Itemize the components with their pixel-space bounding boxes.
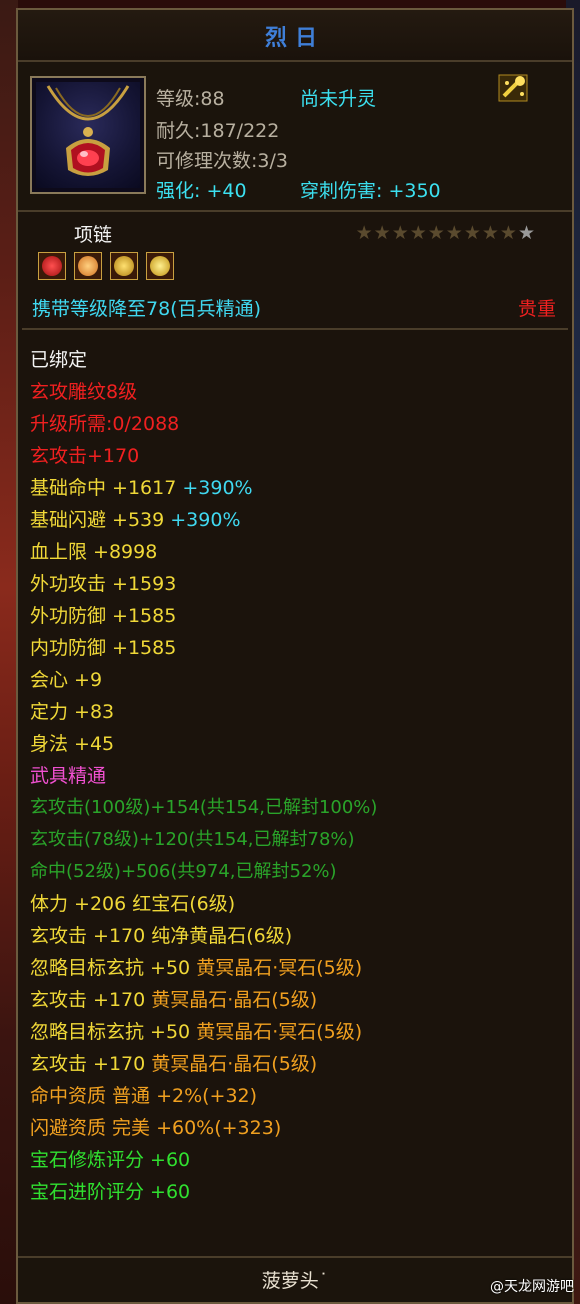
star-icon: ★★★★★★★★★ <box>355 222 518 244</box>
item-header: 等级:88 尚未升灵 耐久:187/222 可修理次数:3/3 强化: +40 … <box>18 62 572 210</box>
attribute-text: 升级所需:0/2088 <box>30 413 180 435</box>
attribute-list: 已绑定玄攻雕纹8级升级所需:0/2088 玄攻击+170 基础命中 +1617 +3… <box>30 344 568 1208</box>
durability: 耐久:187/222 <box>156 120 280 142</box>
attribute-text: 黄冥晶石·冥石(5级) <box>196 1021 363 1043</box>
attribute-text: 内功防御 +1585 <box>30 637 177 659</box>
attribute-text: 黄冥晶石·晶石(5级) <box>151 989 318 1011</box>
gold-coin-icon[interactable] <box>146 252 174 280</box>
attribute-text: +390% <box>182 477 253 499</box>
attribute-row: 命中资质 普通 +2%(+32) <box>30 1080 568 1112</box>
attribute-text: 会心 +9 <box>30 669 103 691</box>
attribute-text: 已绑定 <box>30 349 88 371</box>
awaken-status: 尚未升灵 <box>300 88 377 110</box>
star-rating: ★★★★★★★★★★ <box>356 222 536 244</box>
item-title: 烈日 <box>264 26 325 51</box>
attribute-text: 玄攻击 +170 纯净黄晶石(6级) <box>30 925 293 947</box>
section-divider <box>22 328 568 330</box>
attribute-row: 宝石进阶评分 +60 <box>30 1176 568 1208</box>
attribute-row: 命中(52级)+506(共974,已解封52%) <box>30 856 568 888</box>
item-icon-frame <box>30 76 146 194</box>
pierce-damage: 穿刺伤害: +350 <box>300 180 441 202</box>
tooltip-footer: 菠萝头˙ <box>18 1256 572 1302</box>
attribute-row: 武具精通 <box>30 760 568 792</box>
item-tooltip-panel: 烈日 等级:88 尚未升灵 耐久:187/222 可修理次数:3/3 强化: +… <box>16 8 574 1304</box>
attribute-text: 玄攻击+170 <box>30 445 140 467</box>
attribute-text: 外功防御 +1585 <box>30 605 177 627</box>
item-level: 等级:88 <box>156 88 225 110</box>
attribute-row: 定力 +83 <box>30 696 568 728</box>
item-type: 项链 <box>74 224 113 246</box>
sparkle-icon[interactable] <box>496 72 530 104</box>
attribute-row: 血上限 +8998 <box>30 536 568 568</box>
attribute-row: 宝石修炼评分 +60 <box>30 1144 568 1176</box>
attribute-row: 内功防御 +1585 <box>30 632 568 664</box>
attribute-row: 玄攻击(100级)+154(共154,已解封100%) <box>30 792 568 824</box>
red-pendant-icon <box>36 82 140 188</box>
yellow-crystal-icon[interactable] <box>74 252 102 280</box>
yellow-coin-icon[interactable] <box>110 252 138 280</box>
attribute-row: 忽略目标玄抗 +50 黄冥晶石·冥石(5级) <box>30 1016 568 1048</box>
attribute-text: 定力 +83 <box>30 701 115 723</box>
attribute-row: 玄攻击 +170 纯净黄晶石(6级) <box>30 920 568 952</box>
attribute-row: 闪避资质 完美 +60%(+323) <box>30 1112 568 1144</box>
attribute-text: 基础命中 +1617 <box>30 477 183 499</box>
owner-name: 菠萝头˙ <box>261 1270 329 1292</box>
attribute-row: 基础闪避 +539 +390% <box>30 504 568 536</box>
attribute-row: 外功防御 +1585 <box>30 600 568 632</box>
watermark: @天龙网游吧 <box>490 1279 574 1295</box>
attribute-row: 会心 +9 <box>30 664 568 696</box>
attribute-text: 玄攻击(100级)+154(共154,已解封100%) <box>30 797 378 818</box>
attribute-text: 命中资质 普通 +2%(+32) <box>30 1085 258 1107</box>
attribute-row: 体力 +206 红宝石(6级) <box>30 888 568 920</box>
attribute-text: 玄攻击 +170 <box>30 989 152 1011</box>
attribute-row: 玄攻击+170 <box>30 440 568 472</box>
attribute-text: 忽略目标玄抗 +50 <box>30 1021 197 1043</box>
star-icon: ★ <box>517 222 536 244</box>
value-tag: 贵重 <box>517 298 556 320</box>
enhance-level: 强化: +40 <box>156 180 247 202</box>
attribute-text: 黄冥晶石·冥石(5级) <box>196 957 363 979</box>
gem-slots <box>38 252 174 280</box>
attribute-row: 已绑定 <box>30 344 568 376</box>
attribute-text: 身法 +45 <box>30 733 115 755</box>
item-subheader: 项链 ★★★★★★★★★★ 携带等级降至78(百兵精通) 贵重 <box>18 210 572 332</box>
attribute-text: 玄攻雕纹8级 <box>30 381 138 403</box>
attribute-row: 忽略目标玄抗 +50 黄冥晶石·冥石(5级) <box>30 952 568 984</box>
attribute-text: 基础闪避 +539 <box>30 509 171 531</box>
attribute-text: 闪避资质 完美 +60%(+323) <box>30 1117 282 1139</box>
attribute-text: 玄攻击(78级)+120(共154,已解封78%) <box>30 829 355 850</box>
tooltip-title-bar: 烈日 <box>18 10 572 62</box>
attribute-text: +390% <box>170 509 241 531</box>
attribute-text: 忽略目标玄抗 +50 <box>30 957 197 979</box>
red-gem-icon[interactable] <box>38 252 66 280</box>
attribute-row: 身法 +45 <box>30 728 568 760</box>
attribute-text: 宝石进阶评分 +60 <box>30 1181 191 1203</box>
attribute-text: 宝石修炼评分 +60 <box>30 1149 191 1171</box>
attribute-text: 命中(52级)+506(共974,已解封52%) <box>30 861 337 882</box>
attribute-row: 玄攻击 +170 黄冥晶石·晶石(5级) <box>30 984 568 1016</box>
repair-count: 可修理次数:3/3 <box>156 150 288 172</box>
attribute-text: 血上限 +8998 <box>30 541 158 563</box>
attribute-text: 武具精通 <box>30 765 107 787</box>
attribute-text: 黄冥晶石·晶石(5级) <box>151 1053 318 1075</box>
attribute-row: 升级所需:0/2088 <box>30 408 568 440</box>
attribute-row: 基础命中 +1617 +390% <box>30 472 568 504</box>
attribute-text: 玄攻击 +170 <box>30 1053 152 1075</box>
attribute-text: 外功攻击 +1593 <box>30 573 177 595</box>
attribute-row: 玄攻击(78级)+120(共154,已解封78%) <box>30 824 568 856</box>
attribute-row: 玄攻击 +170 黄冥晶石·晶石(5级) <box>30 1048 568 1080</box>
attribute-text: 体力 +206 红宝石(6级) <box>30 893 236 915</box>
carry-level: 携带等级降至78(百兵精通) <box>32 298 262 320</box>
attribute-row: 外功攻击 +1593 <box>30 568 568 600</box>
attribute-row: 玄攻雕纹8级 <box>30 376 568 408</box>
